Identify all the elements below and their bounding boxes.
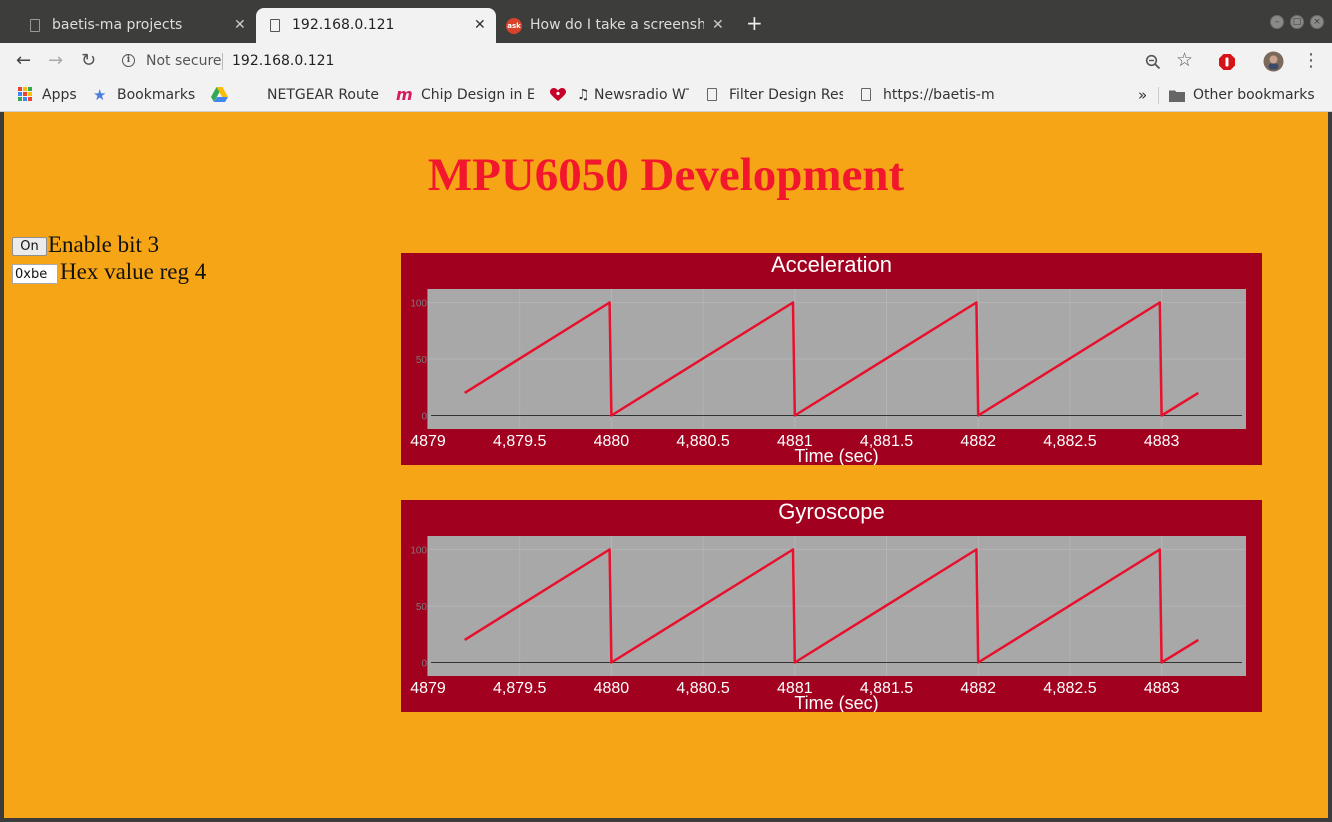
document-icon (30, 19, 40, 32)
url-text[interactable]: 192.168.0.121 (232, 53, 334, 69)
url-divider (222, 53, 223, 70)
ask-ubuntu-icon: ask (506, 18, 522, 34)
chart-svg: Gyroscope4879 4,879.5 4880 4,880.5 4881 4,881… (410, 500, 1246, 712)
tab-title: How do I take a screensho (530, 17, 704, 33)
tab-baetis-projects[interactable]: baetis-ma projects ✕ (20, 8, 254, 43)
close-tab-icon[interactable]: ✕ (712, 17, 724, 33)
x-tick-label: 4,882.5 (1043, 680, 1096, 697)
apps-grid-icon (18, 87, 32, 101)
bookmark-newsradio[interactable]: ♫ Newsradio WT (577, 85, 689, 105)
tab-title: baetis-ma projects (52, 17, 183, 33)
menu-kebab-icon[interactable]: ⋮ (1302, 51, 1320, 71)
close-tab-icon[interactable]: ✕ (234, 17, 246, 33)
x-tick-label: 4,880.5 (676, 433, 729, 450)
enable-bit-label: Enable bit 3 (48, 232, 160, 257)
zoom-icon[interactable] (1145, 54, 1161, 70)
x-axis-label: Time (sec) (794, 693, 878, 712)
m-logo-icon: m (396, 85, 413, 104)
hex-value-input[interactable] (12, 264, 58, 284)
enable-bit-button[interactable]: On (12, 237, 47, 256)
gyroscope-chart: Gyroscope 4879 4,879.5 4880 4,880.5 4881 4,881… (401, 500, 1262, 712)
google-drive-icon (211, 87, 228, 102)
x-tick-label: 4883 (1144, 680, 1180, 697)
folder-icon (1169, 90, 1185, 102)
chart-title: Gyroscope (778, 500, 884, 524)
star-icon: ★ (93, 86, 107, 104)
chart-svg: Acceleration4879 4,879.5 4880 4,880.5 4881 4,… (410, 253, 1246, 465)
x-tick-label: 4,882.5 (1043, 433, 1096, 450)
x-tick-label: 4882 (960, 680, 996, 697)
y-tick-label: 50 (416, 355, 428, 366)
iheartradio-icon (550, 88, 566, 101)
security-label: Not secure (146, 53, 222, 69)
bookmark-netgear-router[interactable]: NETGEAR Router (267, 85, 379, 105)
browser-toolbar: ← → ↻ i Not secure 192.168.0.121 ☆ ⋮ (0, 43, 1332, 80)
tab-title: 192.168.0.121 (292, 17, 395, 33)
bookmark-filter-design[interactable]: Filter Design Res (729, 85, 843, 105)
x-tick-label: 4883 (1144, 433, 1180, 450)
bookmark-chip-design[interactable]: Chip Design in Ea (421, 85, 534, 105)
chart-title: Acceleration (771, 253, 892, 277)
acceleration-chart: Acceleration 4879 4,879.5 4880 4,880.5 4881 4,… (401, 253, 1262, 465)
hex-value-label: Hex value reg 4 (60, 259, 207, 284)
info-icon[interactable]: i (122, 54, 135, 67)
y-tick-label: 0 (421, 658, 427, 669)
x-tick-label: 4,879.5 (493, 433, 546, 450)
bookmark-apps[interactable]: Apps (42, 85, 86, 105)
bookmarks-bar: Apps ★ Bookmarks NETGEAR Router m Chip D… (0, 80, 1332, 112)
tab-current[interactable]: 192.168.0.121 ✕ (256, 8, 496, 43)
bookmarks-overflow-button[interactable]: » (1138, 85, 1147, 105)
bookmark-bookmarks[interactable]: Bookmarks (117, 85, 207, 105)
tab-strip: baetis-ma projects ✕ 192.168.0.121 ✕ ask… (0, 0, 1332, 43)
new-tab-button[interactable]: + (746, 13, 763, 33)
maximize-window-button[interactable]: □ (1290, 15, 1304, 29)
forward-arrow-icon[interactable]: → (48, 51, 63, 71)
x-tick-label: 4880 (594, 680, 630, 697)
bookmark-baetis-url[interactable]: https://baetis-m (883, 85, 995, 105)
address-bar[interactable]: i Not secure 192.168.0.121 (112, 47, 1212, 76)
minimize-window-button[interactable]: – (1270, 15, 1284, 29)
y-tick-label: 100 (410, 299, 427, 310)
x-tick-label: 4879 (410, 680, 446, 697)
page-content: MPU6050 Development On Enable bit 3 Hex … (4, 112, 1328, 818)
close-window-button[interactable]: × (1310, 15, 1324, 29)
other-bookmarks[interactable]: Other bookmarks (1193, 85, 1315, 105)
document-icon (861, 88, 871, 101)
close-tab-icon[interactable]: ✕ (474, 17, 486, 33)
y-tick-label: 100 (410, 546, 427, 557)
x-tick-label: 4879 (410, 433, 446, 450)
document-icon (707, 88, 717, 101)
x-axis-label: Time (sec) (794, 446, 878, 465)
bookmark-star-icon[interactable]: ☆ (1176, 50, 1193, 70)
x-tick-label: 4880 (594, 433, 630, 450)
x-tick-label: 4,879.5 (493, 680, 546, 697)
bookmarks-divider (1158, 87, 1159, 104)
profile-avatar[interactable] (1263, 51, 1284, 72)
document-icon (270, 19, 280, 32)
back-arrow-icon[interactable]: ← (16, 51, 31, 71)
x-tick-label: 4,880.5 (676, 680, 729, 697)
reload-icon[interactable]: ↻ (81, 51, 96, 71)
y-tick-label: 50 (416, 602, 428, 613)
page-title: MPU6050 Development (427, 149, 905, 201)
y-tick-label: 0 (421, 411, 427, 422)
adblock-extension-icon[interactable] (1218, 53, 1236, 71)
tab-askubuntu[interactable]: ask How do I take a screensho ✕ (498, 8, 732, 43)
x-tick-label: 4882 (960, 433, 996, 450)
